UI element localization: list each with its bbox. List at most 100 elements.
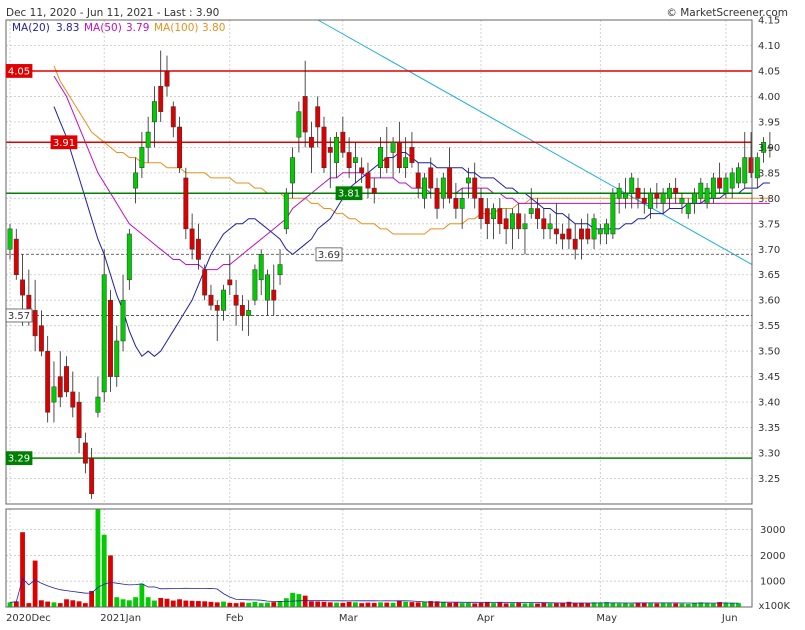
copyright-text: © MarketScreener.com	[666, 7, 788, 19]
candle-body	[390, 142, 396, 153]
candle-body	[503, 218, 509, 230]
volume-bar	[101, 534, 107, 607]
candle-body	[666, 187, 672, 199]
candle-body	[635, 187, 641, 199]
plot-frames	[5, 19, 753, 608]
candle-body	[95, 396, 101, 413]
legend-ma20-value: 3.83	[56, 22, 79, 34]
volume-bar	[108, 555, 113, 607]
candle-body	[591, 218, 597, 240]
y-tick-label: 3.70	[758, 245, 780, 256]
volume-bar	[265, 602, 270, 607]
volume-panel-frame	[5, 508, 753, 608]
candle-body	[346, 152, 352, 168]
candle-body	[384, 157, 390, 168]
candle-body	[145, 131, 151, 148]
candle-body	[396, 142, 402, 168]
x-tick-label: May	[596, 613, 617, 624]
candle-body	[265, 274, 270, 301]
candle-body	[340, 131, 346, 153]
volume-bar	[547, 603, 553, 607]
volume-bar	[76, 601, 82, 607]
candle-body	[38, 325, 44, 352]
candle-body	[465, 177, 471, 184]
candle-body	[26, 294, 32, 311]
volume-bar	[660, 602, 666, 607]
volume-bar	[472, 603, 478, 607]
candle-body	[660, 192, 666, 204]
volume-bar	[560, 602, 566, 607]
volume-bar	[641, 602, 647, 607]
volume-bar	[334, 602, 339, 607]
candle-body	[497, 208, 503, 225]
volume-bar	[57, 603, 63, 607]
price-level-label: 3.81	[338, 189, 360, 200]
candle-body	[528, 208, 534, 214]
volume-bar	[409, 602, 415, 607]
volume-bar	[64, 599, 69, 607]
volume-bar	[346, 601, 352, 607]
volume-bar	[415, 602, 421, 607]
candle-body	[748, 157, 754, 174]
volume-bar	[315, 601, 321, 607]
y-tick-label: 3.90	[758, 143, 780, 154]
volume-bar	[340, 602, 346, 607]
volume-bar	[202, 601, 208, 607]
volume-bar	[321, 601, 327, 607]
y-tick-label: 4.10	[758, 41, 780, 52]
volume-bar	[503, 603, 509, 607]
volume-bar	[679, 603, 685, 607]
volume-unit-label: x100K	[758, 601, 790, 612]
candle-body	[491, 208, 497, 219]
volume-bar	[453, 602, 459, 607]
candle-body	[308, 136, 314, 148]
candle-body	[371, 187, 377, 194]
y-tick-label: 3.55	[758, 321, 780, 332]
candle-body	[208, 294, 214, 306]
candle-body	[378, 147, 383, 168]
volume-bar	[466, 602, 471, 607]
candle-body	[164, 70, 170, 87]
volume-bar	[541, 602, 547, 607]
volume-bar	[384, 602, 390, 607]
volume-bar	[623, 603, 628, 607]
y-tick-label: 3.95	[758, 117, 780, 128]
price-levels	[6, 70, 752, 459]
candle-body	[321, 126, 327, 168]
candle-body	[189, 228, 195, 250]
y-tick-label: 3.45	[758, 372, 780, 383]
volume-bar	[133, 597, 138, 607]
volume-bar	[7, 602, 13, 607]
candle-body	[736, 167, 741, 184]
candle-body	[422, 177, 427, 199]
volume-bar	[114, 597, 120, 607]
y-tick-label: 3.30	[758, 449, 780, 460]
volume-bar	[302, 595, 308, 607]
y-tick-label: 3.80	[758, 194, 780, 205]
candle-body	[239, 305, 245, 316]
volume-bar	[497, 602, 503, 607]
volume-bars	[7, 509, 741, 607]
volume-bar	[227, 602, 233, 607]
volume-bar	[440, 602, 446, 607]
volume-bar	[484, 602, 490, 607]
volume-bar	[283, 598, 289, 607]
candle-body	[76, 401, 82, 439]
y-tick-label: 3.35	[758, 423, 780, 434]
candle-body	[359, 167, 365, 174]
candle-body	[579, 228, 584, 240]
candle-body	[214, 305, 220, 311]
x-tick-label: Jun	[721, 613, 738, 624]
candle-body	[409, 147, 415, 163]
price-level-label: 3.69	[318, 250, 340, 261]
candle-body	[572, 238, 578, 250]
candle-body	[252, 269, 258, 301]
candle-body	[89, 457, 95, 495]
volume-bar	[221, 601, 226, 607]
candle-body	[440, 177, 446, 199]
volume-bar	[309, 601, 314, 607]
candle-body	[170, 106, 176, 128]
candle-body	[246, 310, 252, 316]
y-tick-label: 3.50	[758, 347, 780, 358]
candle-body	[610, 192, 616, 235]
